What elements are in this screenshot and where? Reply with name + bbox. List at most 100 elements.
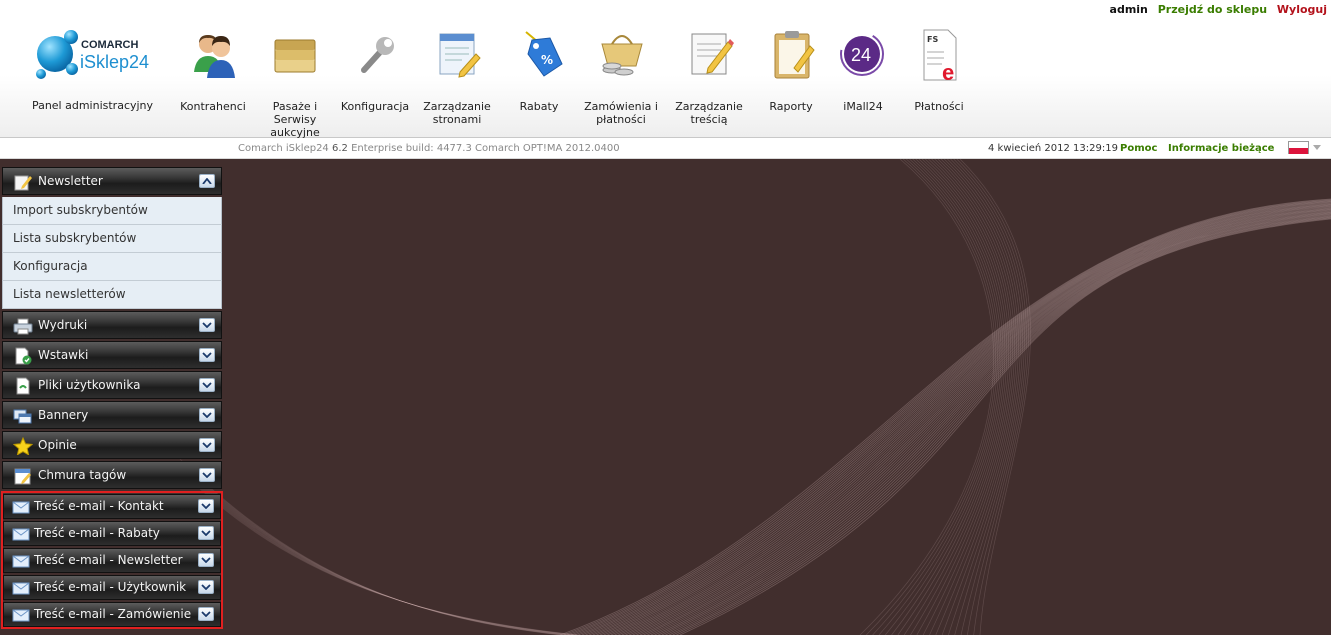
help-link[interactable]: Pomoc: [1120, 143, 1157, 154]
section-email-user[interactable]: Treść e-mail - Użytkownik: [3, 575, 221, 600]
expand-button[interactable]: [198, 607, 214, 621]
clipboard-icon: [774, 31, 815, 79]
chevron-down-icon: [202, 472, 212, 478]
wrench-icon: [361, 37, 394, 73]
decorative-wave-line: [618, 208, 1331, 635]
document-check-icon: [15, 347, 32, 365]
section-title: Treść e-mail - Newsletter: [34, 553, 183, 567]
section-printouts[interactable]: Wydruki: [2, 311, 222, 339]
expand-button[interactable]: [198, 526, 214, 540]
chevron-down-icon: [201, 584, 211, 590]
envelope-icon: [12, 609, 30, 622]
decorative-wave-line: [599, 205, 1331, 635]
current-info-link[interactable]: Informacje bieżące: [1168, 143, 1274, 154]
product-name: Comarch iSklep24: [238, 143, 329, 154]
toolbar-auctions[interactable]: Pasaże i Serwisy aukcyjne: [250, 20, 340, 139]
expand-button[interactable]: [198, 580, 214, 594]
discount-tag-icon: %: [525, 31, 563, 77]
star-icon: [13, 437, 33, 455]
newsletter-list[interactable]: Lista newsletterów: [2, 281, 222, 309]
decorative-wave-line: [625, 209, 1331, 635]
decorative-wave-line: [196, 484, 577, 635]
chevron-down-icon: [202, 352, 212, 358]
toolbar-payments[interactable]: FS e Płatności: [894, 20, 984, 132]
toolbar-orders-payments[interactable]: Zamówienia i płatności: [576, 20, 666, 132]
decorative-wave-line: [190, 474, 571, 635]
brand-top: COMARCH: [81, 39, 138, 51]
toolbar-label: Konfiguracja: [340, 100, 410, 113]
toolbar-configuration[interactable]: Konfiguracja: [330, 20, 420, 132]
decorative-wave-line: [185, 467, 567, 635]
toolbar-contractors[interactable]: Kontrahenci: [168, 20, 258, 132]
expand-button[interactable]: [198, 553, 214, 567]
go-to-shop-link[interactable]: Przejdź do sklepu: [1158, 3, 1267, 16]
collapse-button[interactable]: [199, 174, 215, 188]
section-email-contact[interactable]: Treść e-mail - Kontakt: [3, 494, 221, 519]
section-title: Treść e-mail - Rabaty: [34, 526, 160, 540]
expand-button[interactable]: [199, 438, 215, 452]
section-email-discounts[interactable]: Treść e-mail - Rabaty: [3, 521, 221, 546]
chevron-down-icon: [202, 442, 212, 448]
printer-icon: [13, 318, 33, 335]
language-selector[interactable]: [1288, 141, 1322, 155]
envelope-icon: [12, 501, 30, 514]
decorative-wave-line: [574, 201, 1331, 635]
section-title: Treść e-mail - Zamówienie: [34, 607, 192, 621]
logout-link[interactable]: Wyloguj: [1277, 3, 1327, 16]
decorative-wave-line: [193, 479, 574, 635]
user-links: admin Przejdź do sklepu Wyloguj: [1104, 3, 1327, 16]
decorative-wave-line: [607, 206, 1331, 635]
chevron-down-icon: [1313, 145, 1321, 150]
toolbar-discounts[interactable]: % Rabaty: [494, 20, 584, 132]
user-files-icon: [16, 377, 30, 395]
chevron-down-icon: [202, 382, 212, 388]
toolbar-page-management[interactable]: Zarządzanie stronami: [412, 20, 502, 132]
section-email-order[interactable]: Treść e-mail - Zamówienie: [3, 602, 221, 627]
section-user-files[interactable]: Pliki użytkownika: [2, 371, 222, 399]
section-tag-cloud[interactable]: Chmura tagów: [2, 461, 222, 489]
expand-button[interactable]: [199, 408, 215, 422]
section-title: Newsletter: [38, 174, 103, 188]
expand-button[interactable]: [199, 378, 215, 392]
basket-coins-icon: [601, 35, 643, 76]
decorative-wave-line: [199, 488, 581, 635]
comarch-logo-icon: COMARCH iSklep24: [36, 30, 149, 79]
chevron-down-icon: [201, 557, 211, 563]
decorative-wave-line: [195, 481, 576, 635]
svg-text:%: %: [541, 53, 553, 67]
decorative-wave-line: [198, 486, 579, 635]
current-datetime: 4 kwiecień 2012 13:29:19: [988, 143, 1118, 154]
toolbar-label: Zarządzanie stronami: [423, 100, 491, 126]
chevron-down-icon: [201, 611, 211, 617]
pl-flag-icon: [1288, 141, 1309, 154]
section-title: Treść e-mail - Kontakt: [34, 499, 164, 513]
section-banners[interactable]: Bannery: [2, 401, 222, 429]
newsletter-import-subscribers[interactable]: Import subskrybentów: [2, 197, 222, 225]
build-info: Enterprise build: 4477.3 Comarch OPT!MA …: [351, 143, 620, 154]
toolbar-label: Rabaty: [519, 100, 559, 113]
expand-button[interactable]: [199, 468, 215, 482]
chevron-down-icon: [202, 322, 212, 328]
toolbar-label: Pasaże i Serwisy aukcyjne: [270, 100, 320, 139]
admin-panel-logo[interactable]: COMARCH iSklep24 Panel administracyjny: [25, 26, 160, 116]
section-reviews[interactable]: Opinie: [2, 431, 222, 459]
decorative-wave-line: [614, 207, 1331, 635]
section-title: Pliki użytkownika: [38, 378, 141, 392]
section-newsletter[interactable]: Newsletter: [2, 167, 222, 195]
decorative-wave-line: [188, 472, 570, 635]
section-title: Bannery: [38, 408, 89, 422]
contractors-icon: [194, 35, 235, 78]
section-email-newsletter[interactable]: Treść e-mail - Newsletter: [3, 548, 221, 573]
newsletter-configuration[interactable]: Konfiguracja: [2, 253, 222, 281]
svg-text:FS: FS: [927, 35, 938, 44]
expand-button[interactable]: [199, 348, 215, 362]
toolbar-content-management[interactable]: Zarządzanie treścią: [664, 20, 754, 132]
toolbar-label: Zamówienia i płatności: [584, 100, 658, 126]
expand-button[interactable]: [199, 318, 215, 332]
section-inserts[interactable]: Wstawki: [2, 341, 222, 369]
expand-button[interactable]: [198, 499, 214, 513]
svg-text:24: 24: [851, 45, 871, 65]
content-edit-icon: [691, 33, 734, 75]
banners-icon: [13, 409, 32, 424]
newsletter-subscriber-list[interactable]: Lista subskrybentów: [2, 225, 222, 253]
